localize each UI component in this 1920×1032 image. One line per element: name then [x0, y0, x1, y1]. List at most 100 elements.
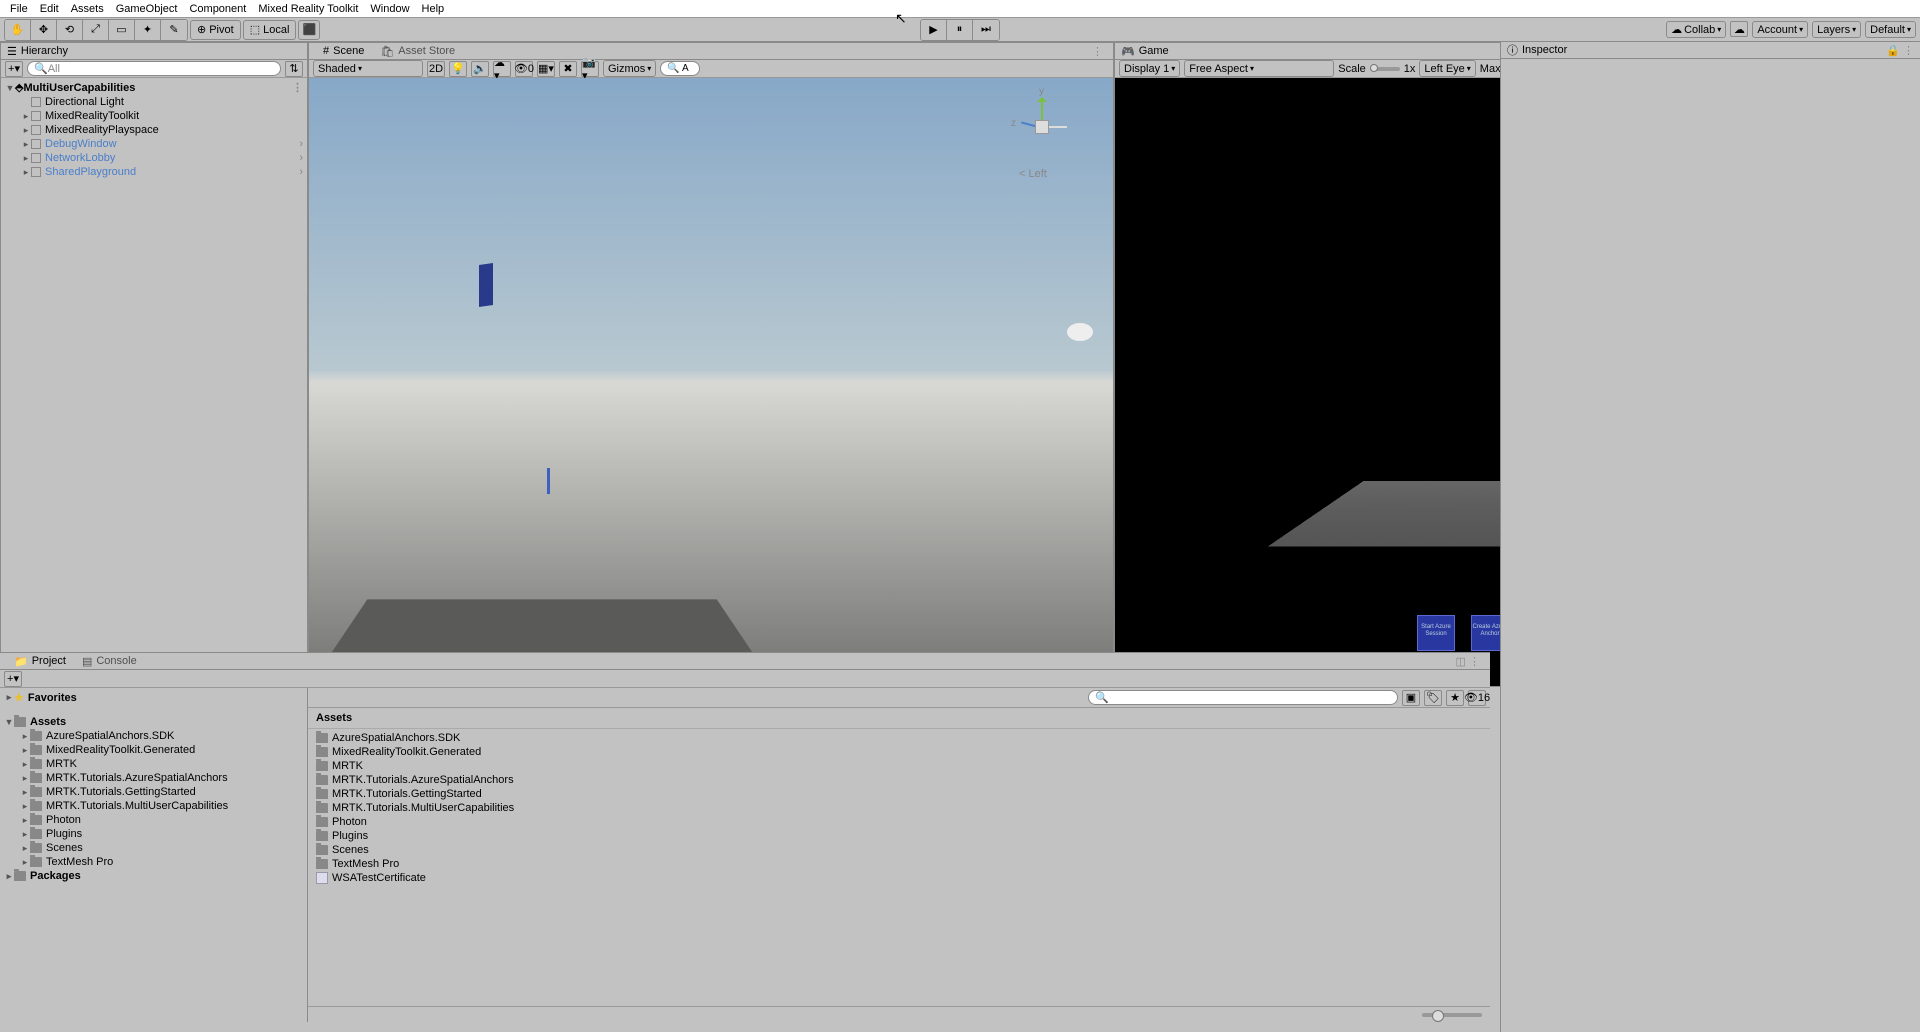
play-button[interactable]: ▶	[921, 20, 947, 40]
2d-toggle[interactable]: 2D	[427, 61, 445, 77]
project-tab[interactable]: 📁Project	[6, 653, 74, 670]
pause-button[interactable]: ⏸	[947, 20, 973, 40]
layout-dropdown[interactable]: Default	[1865, 21, 1916, 38]
move-tool[interactable]: ✥	[31, 20, 57, 40]
hierarchy-item-mrtk[interactable]: ▸MixedRealityToolkit	[3, 109, 305, 123]
local-toggle[interactable]: ⬚Local	[243, 20, 297, 40]
tree-item[interactable]: ▸Plugins	[2, 827, 305, 841]
layers-dropdown[interactable]: Layers	[1812, 21, 1861, 38]
snap-toggle[interactable]: ⬛	[298, 20, 320, 40]
audio-toggle[interactable]: 🔊	[471, 61, 489, 77]
hierarchy-item-networklobby[interactable]: ▸NetworkLobby›	[3, 151, 305, 165]
project-tab-menu[interactable]: ◫ ⋮	[1456, 655, 1484, 668]
tree-item[interactable]: ▸MRTK.Tutorials.GettingStarted	[2, 785, 305, 799]
hierarchy-list: ▼⬘ MultiUserCapabilities ⋮ Directional L…	[1, 78, 307, 686]
create-button[interactable]: +▾	[5, 61, 23, 77]
project-search[interactable]: 🔍	[1088, 690, 1398, 705]
hierarchy-item-playspace[interactable]: ▸MixedRealityPlayspace	[3, 123, 305, 137]
menu-component[interactable]: Component	[183, 1, 252, 17]
asset-item[interactable]: MRTK	[316, 759, 1482, 773]
grid-toggle[interactable]: ▦▾	[537, 61, 555, 77]
tree-item[interactable]: ▸Scenes	[2, 841, 305, 855]
inspector-tab-label: Inspector	[1522, 44, 1567, 56]
display-dropdown[interactable]: Display 1	[1119, 60, 1180, 77]
play-controls: ▶ ⏸ ⏭	[920, 19, 1000, 41]
inspector-lock-icon[interactable]: 🔒 ⋮	[1886, 44, 1914, 57]
assets-root[interactable]: ▼Assets	[2, 715, 305, 729]
favorites-root[interactable]: ▸★Favorites	[2, 690, 305, 705]
thumbnail-size-slider[interactable]	[1422, 1013, 1482, 1017]
pivot-toggle[interactable]: ⊕Pivot	[190, 20, 241, 40]
menu-window[interactable]: Window	[364, 1, 415, 17]
scene-tab[interactable]: #Scene	[315, 43, 372, 60]
scene-root[interactable]: ▼⬘ MultiUserCapabilities ⋮	[3, 80, 305, 95]
aspect-dropdown[interactable]: Free Aspect	[1184, 60, 1334, 77]
hidden-objects[interactable]: 👁0	[515, 61, 533, 77]
gizmos-dropdown[interactable]: Gizmos	[603, 60, 656, 77]
tab-menu-icon[interactable]: ⋮	[1092, 45, 1107, 58]
breadcrumb[interactable]: Assets	[308, 708, 1490, 729]
shading-dropdown[interactable]: Shaded	[313, 60, 423, 77]
hierarchy-item-sharedplayground[interactable]: ▸SharedPlayground›	[3, 165, 305, 179]
collab-dropdown[interactable]: ☁Collab	[1666, 21, 1726, 38]
hierarchy-filter[interactable]: ⇅	[285, 61, 303, 77]
hidden-packages[interactable]: 👁16	[1468, 690, 1486, 706]
project-create-button[interactable]: +▾	[4, 671, 22, 687]
tree-item[interactable]: ▸Photon	[2, 813, 305, 827]
hand-tool[interactable]: ✋	[5, 20, 31, 40]
tree-item[interactable]: ▸TextMesh Pro	[2, 855, 305, 869]
menu-assets[interactable]: Assets	[65, 1, 110, 17]
lighting-toggle[interactable]: 💡	[449, 61, 467, 77]
console-tab[interactable]: ▤Console	[74, 653, 145, 670]
inspector-tab[interactable]: ⓘ Inspector 🔒 ⋮	[1501, 42, 1920, 59]
eye-dropdown[interactable]: Left Eye	[1419, 60, 1475, 77]
asset-item[interactable]: AzureSpatialAnchors.SDK	[316, 731, 1482, 745]
scene-search[interactable]: 🔍 A	[660, 61, 700, 76]
tool-settings[interactable]: ✖	[559, 61, 577, 77]
asset-item[interactable]: MRTK.Tutorials.MultiUserCapabilities	[316, 801, 1482, 815]
asset-item[interactable]: MRTK.Tutorials.AzureSpatialAnchors	[316, 773, 1482, 787]
asset-item[interactable]: TextMesh Pro	[316, 857, 1482, 871]
menu-file[interactable]: File	[4, 1, 34, 17]
filter-by-type[interactable]: ▣	[1402, 690, 1420, 706]
tree-item[interactable]: ▸MRTK	[2, 757, 305, 771]
packages-root[interactable]: ▸Packages	[2, 869, 305, 883]
persp-label: < Left	[1019, 168, 1047, 180]
account-dropdown[interactable]: Account	[1752, 21, 1808, 38]
asset-item[interactable]: MRTK.Tutorials.GettingStarted	[316, 787, 1482, 801]
toolbar: ✋ ✥ ⟲ ⤢ ▭ ✦ ✎ ⊕Pivot ⬚Local ⬛ ▶ ⏸ ⏭ ☁Col…	[0, 18, 1920, 42]
asset-item[interactable]: MixedRealityToolkit.Generated	[316, 745, 1482, 759]
rect-tool[interactable]: ▭	[109, 20, 135, 40]
hierarchy-search[interactable]: 🔍 All	[27, 61, 281, 76]
scale-tool[interactable]: ⤢	[83, 20, 109, 40]
camera-settings[interactable]: 📷▾	[581, 61, 599, 77]
tree-item[interactable]: ▸MRTK.Tutorials.AzureSpatialAnchors	[2, 771, 305, 785]
asset-item[interactable]: WSATestCertificate	[316, 871, 1482, 885]
save-search[interactable]: ★	[1446, 690, 1464, 706]
menu-edit[interactable]: Edit	[34, 1, 65, 17]
hierarchy-tab[interactable]: ☰ Hierarchy	[1, 43, 307, 60]
menu-help[interactable]: Help	[416, 1, 451, 17]
hierarchy-item-debugwindow[interactable]: ▸DebugWindow›	[3, 137, 305, 151]
rotate-tool[interactable]: ⟲	[57, 20, 83, 40]
asset-item[interactable]: Scenes	[316, 843, 1482, 857]
filter-by-label[interactable]: 🏷	[1424, 690, 1442, 706]
menu-gameobject[interactable]: GameObject	[110, 1, 184, 17]
project-body: ▸★Favorites ▼Assets ▸AzureSpatialAnchors…	[0, 688, 1490, 1022]
tree-item[interactable]: ▸AzureSpatialAnchors.SDK	[2, 729, 305, 743]
hierarchy-item-directional-light[interactable]: Directional Light	[3, 95, 305, 109]
transform-tool[interactable]: ✦	[135, 20, 161, 40]
menu-mrtk[interactable]: Mixed Reality Toolkit	[252, 1, 364, 17]
scale-slider[interactable]	[1370, 67, 1400, 71]
axis-gizmo[interactable]: y z < Left	[1013, 98, 1073, 178]
custom-tool[interactable]: ✎	[161, 20, 187, 40]
scene-view[interactable]: y z < Left	[309, 78, 1113, 686]
asset-item[interactable]: Photon	[316, 815, 1482, 829]
step-button[interactable]: ⏭	[973, 20, 999, 40]
tree-item[interactable]: ▸MixedRealityToolkit.Generated	[2, 743, 305, 757]
asset-item[interactable]: Plugins	[316, 829, 1482, 843]
fx-toggle[interactable]: ☁▾	[493, 61, 511, 77]
cloud-button[interactable]: ☁	[1730, 21, 1748, 37]
asset-store-tab[interactable]: 🛍Asset Store	[372, 43, 463, 60]
tree-item[interactable]: ▸MRTK.Tutorials.MultiUserCapabilities	[2, 799, 305, 813]
